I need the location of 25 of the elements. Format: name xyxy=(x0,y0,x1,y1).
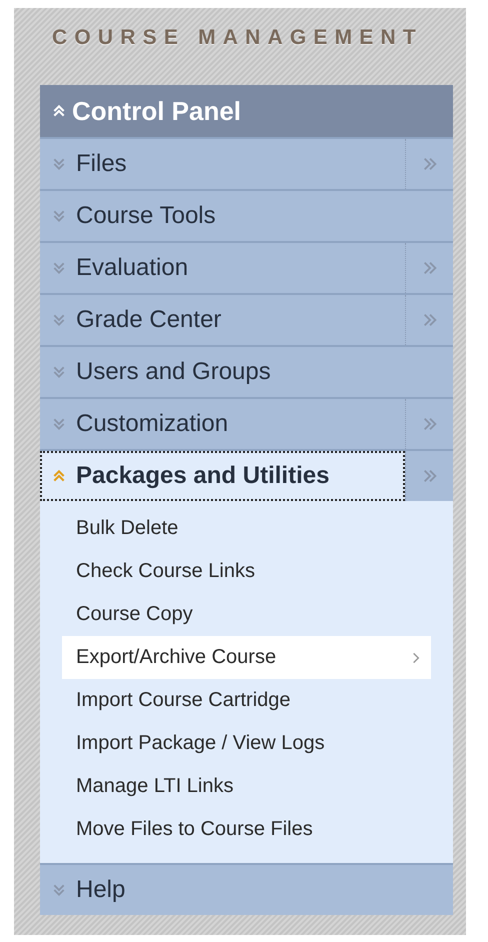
double-chevron-icon xyxy=(52,104,66,118)
caret-icon xyxy=(411,650,421,664)
submenu-item[interactable]: Import Course Cartridge xyxy=(62,679,431,722)
submenu-item[interactable]: Manage LTI Links xyxy=(62,765,431,808)
double-chevron-icon xyxy=(52,417,66,431)
double-chevron-icon xyxy=(52,365,66,379)
double-arrow-icon xyxy=(422,468,438,484)
double-arrow-icon xyxy=(422,156,438,172)
submenu-item[interactable]: Import Package / View Logs xyxy=(62,722,431,765)
submenu-item[interactable]: Move Files to Course Files xyxy=(62,808,431,851)
double-arrow-icon xyxy=(422,312,438,328)
double-chevron-icon xyxy=(52,209,66,223)
double-chevron-icon xyxy=(52,261,66,275)
double-chevron-icon xyxy=(52,469,66,483)
submenu-item[interactable]: Bulk Delete xyxy=(62,507,431,550)
double-arrow-icon xyxy=(422,260,438,276)
submenu-item[interactable]: Export/Archive Course xyxy=(62,636,431,679)
double-chevron-icon xyxy=(52,313,66,327)
submenu-item[interactable]: Check Course Links xyxy=(62,550,431,593)
menu-section[interactable]: Packages and Utilities xyxy=(40,451,405,501)
double-chevron-icon xyxy=(52,157,66,171)
submenu-item[interactable]: Course Copy xyxy=(62,593,431,636)
double-arrow-icon xyxy=(422,416,438,432)
double-chevron-icon xyxy=(52,883,66,897)
section-heading: COURSE MANAGEMENT xyxy=(52,26,424,51)
